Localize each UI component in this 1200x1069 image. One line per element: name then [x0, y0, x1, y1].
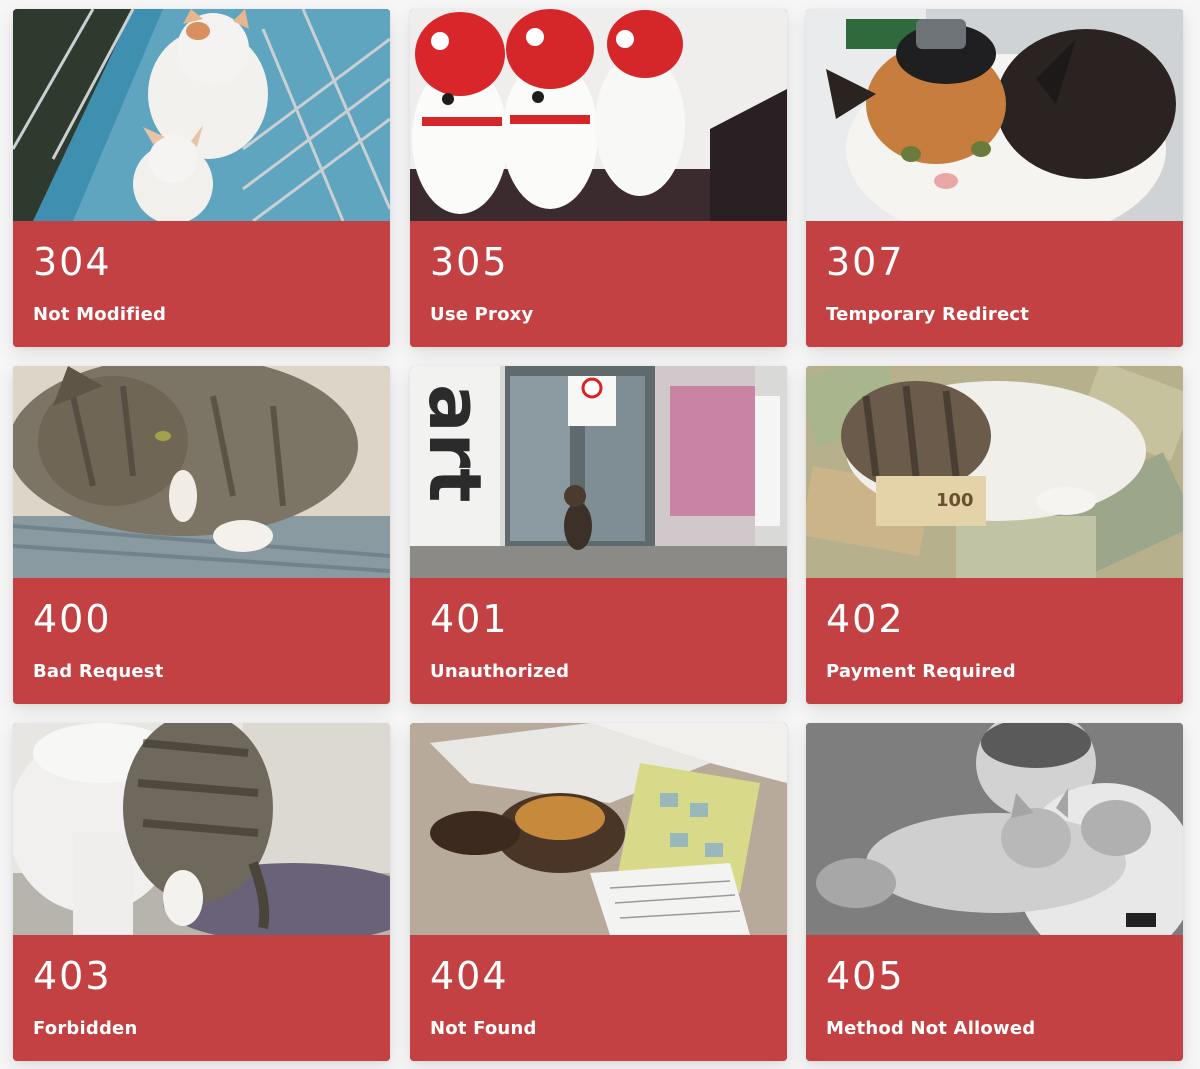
status-cat-grid: 304 Not Modified 305 Use Proxy 307 Tempo… — [0, 0, 1200, 1069]
status-code: 307 — [826, 240, 905, 284]
card-info-305: 305 Use Proxy — [410, 221, 787, 347]
status-label: Unauthorized — [430, 661, 570, 682]
status-card-403[interactable]: 403 Forbidden — [13, 723, 390, 1061]
card-info-403: 403 Forbidden — [13, 935, 390, 1061]
card-info-400: 400 Bad Request — [13, 578, 390, 704]
cat-photo-405 — [806, 723, 1183, 935]
status-code: 405 — [826, 954, 905, 998]
cat-photo-402: 100 — [806, 366, 1183, 578]
status-label: Method Not Allowed — [826, 1018, 1036, 1039]
status-label: Payment Required — [826, 661, 1016, 682]
cat-photo-400 — [13, 366, 390, 578]
status-card-307[interactable]: 307 Temporary Redirect — [806, 9, 1183, 347]
status-code: 404 — [430, 954, 509, 998]
status-card-404[interactable]: 404 Not Found — [410, 723, 787, 1061]
status-label: Not Found — [430, 1018, 537, 1039]
cat-photo-403 — [13, 723, 390, 935]
card-info-307: 307 Temporary Redirect — [806, 221, 1183, 347]
card-info-401: 401 Unauthorized — [410, 578, 787, 704]
cat-photo-404 — [410, 723, 787, 935]
cat-photo-304 — [13, 9, 390, 221]
status-card-405[interactable]: 405 Method Not Allowed — [806, 723, 1183, 1061]
status-card-400[interactable]: 400 Bad Request — [13, 366, 390, 704]
status-code: 305 — [430, 240, 509, 284]
status-code: 402 — [826, 597, 905, 641]
cat-photo-307 — [806, 9, 1183, 221]
status-code: 400 — [33, 597, 112, 641]
cat-photo-401: art — [410, 366, 787, 578]
status-code: 403 — [33, 954, 112, 998]
status-code: 401 — [430, 597, 509, 641]
status-label: Not Modified — [33, 304, 167, 325]
status-label: Forbidden — [33, 1018, 138, 1039]
card-info-402: 402 Payment Required — [806, 578, 1183, 704]
status-label: Temporary Redirect — [826, 304, 1030, 325]
card-info-404: 404 Not Found — [410, 935, 787, 1061]
card-info-304: 304 Not Modified — [13, 221, 390, 347]
svg-text:art: art — [413, 384, 497, 503]
status-card-305[interactable]: 305 Use Proxy — [410, 9, 787, 347]
svg-text:100: 100 — [936, 490, 974, 511]
cat-photo-305 — [410, 9, 787, 221]
status-label: Bad Request — [33, 661, 164, 682]
status-card-402[interactable]: 100 402 Payment Required — [806, 366, 1183, 704]
status-card-304[interactable]: 304 Not Modified — [13, 9, 390, 347]
card-info-405: 405 Method Not Allowed — [806, 935, 1183, 1061]
status-card-401[interactable]: art 401 Unauthorized — [410, 366, 787, 704]
status-label: Use Proxy — [430, 304, 534, 325]
status-code: 304 — [33, 240, 112, 284]
